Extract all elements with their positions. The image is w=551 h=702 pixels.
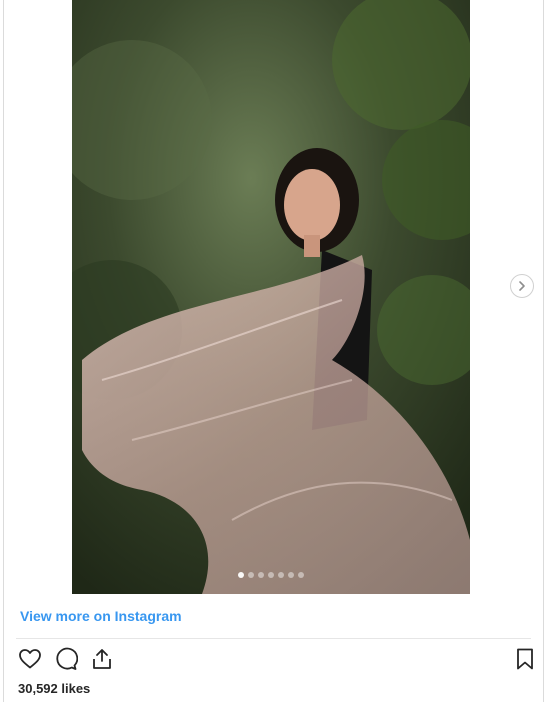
heart-icon (19, 649, 41, 669)
carousel-dot (248, 572, 254, 578)
carousel-dots (72, 572, 470, 578)
share-icon (93, 649, 111, 669)
share-button[interactable] (89, 646, 115, 672)
likes-count[interactable]: 30,592 likes (18, 681, 90, 696)
bookmark-icon (517, 648, 533, 670)
photo-illustration (72, 0, 470, 594)
post-photo[interactable] (72, 0, 470, 594)
carousel-dot (288, 572, 294, 578)
carousel-dot (268, 572, 274, 578)
comment-button[interactable] (53, 646, 79, 672)
carousel-dot (298, 572, 304, 578)
comment-icon (56, 647, 78, 670)
carousel-dot (278, 572, 284, 578)
post-actions (17, 646, 115, 672)
chevron-right-icon (519, 281, 525, 291)
like-button[interactable] (17, 646, 43, 672)
carousel-dot (258, 572, 264, 578)
view-more-on-instagram-link[interactable]: View more on Instagram (20, 608, 182, 624)
divider (16, 638, 531, 639)
carousel-next-button[interactable] (510, 274, 534, 298)
save-button[interactable] (512, 646, 538, 672)
instagram-embed-card: View more on Instagram 30,592 likes (3, 0, 544, 702)
carousel-dot (238, 572, 244, 578)
